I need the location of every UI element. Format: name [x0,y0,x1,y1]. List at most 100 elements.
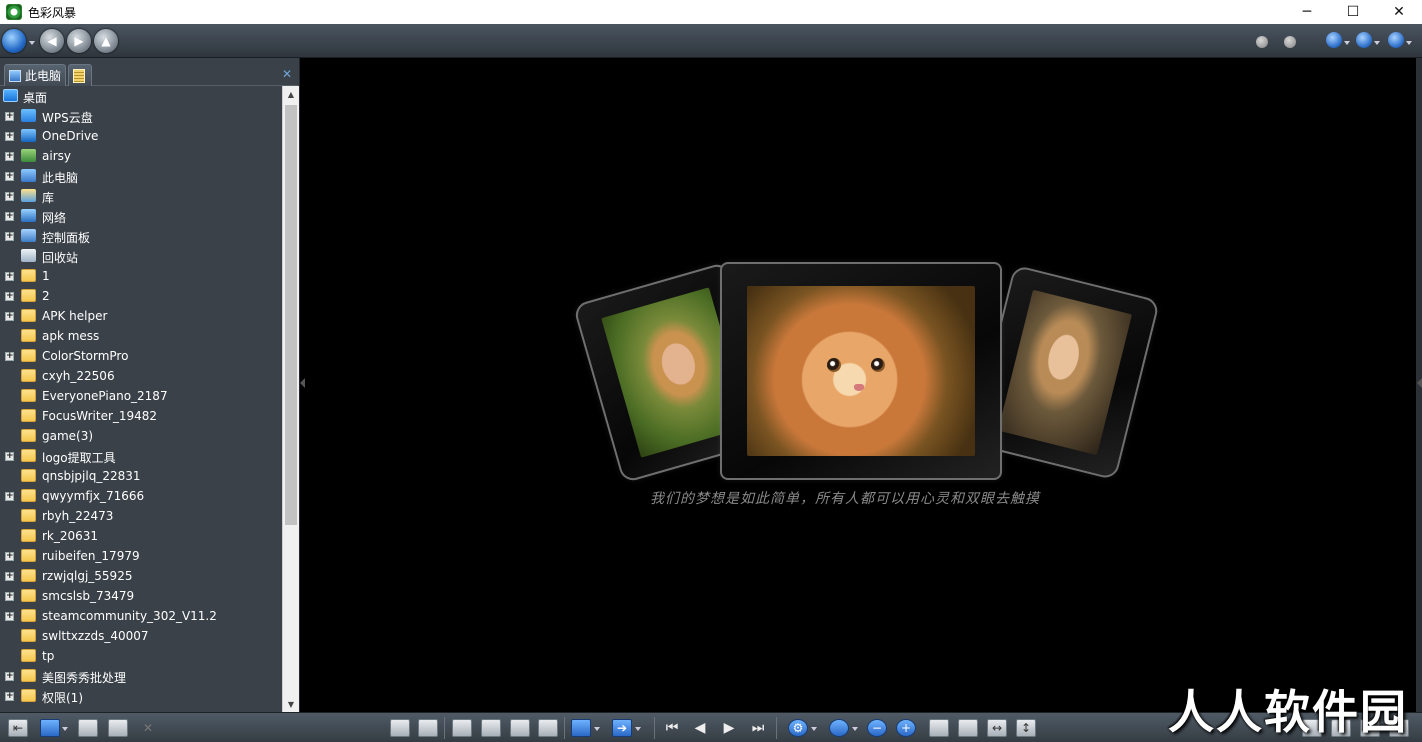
tree-scrollbar[interactable]: ▲ ▼ [282,86,299,712]
chevron-down-icon[interactable] [1344,41,1350,45]
tree-item[interactable]: swlttxzzds_40007 [0,626,282,646]
expand-icon[interactable]: + [5,452,14,461]
zoom-out-icon[interactable]: − [867,719,887,737]
expand-icon[interactable]: + [5,132,14,141]
fit-width-icon[interactable]: ↔ [987,719,1007,737]
delete-icon[interactable]: ✕ [138,719,158,737]
expand-icon[interactable]: + [5,672,14,681]
scroll-down-icon[interactable]: ▼ [283,696,299,712]
chevron-down-icon[interactable] [635,727,641,731]
expand-icon[interactable]: + [5,312,14,321]
chevron-down-icon[interactable] [62,727,68,731]
export-icon[interactable]: ➔ [612,719,632,737]
tree-item[interactable]: + ColorStormPro [0,346,282,366]
expand-icon[interactable]: + [5,552,14,561]
zoom-in-icon[interactable]: + [896,719,916,737]
settings-icon[interactable] [1356,32,1372,48]
expand-icon[interactable]: + [5,692,14,701]
expand-icon[interactable]: + [5,232,14,241]
expand-icon[interactable]: + [5,352,14,361]
fit-height-icon[interactable]: ↕ [1016,719,1036,737]
chevron-down-icon[interactable] [594,727,600,731]
expand-icon[interactable]: + [5,212,14,221]
settings-gear-icon[interactable]: ⚙ [788,719,808,737]
maximize-button[interactable]: ☐ [1330,0,1376,24]
print-icon[interactable] [108,719,128,737]
expand-icon[interactable]: + [5,612,14,621]
tree-item[interactable]: + WPS云盘 [0,106,282,126]
tree-item[interactable]: +1 [0,266,282,286]
first-image-button[interactable]: ⏮ [662,719,682,737]
last-image-button[interactable]: ⏭ [748,719,768,737]
expand-icon[interactable]: + [5,572,14,581]
tree-item[interactable]: + qwyymfjx_71666 [0,486,282,506]
tree-item[interactable]: + 此电脑 [0,166,282,186]
thumbnail-view-icon[interactable] [390,719,410,737]
tree-item[interactable]: + 控制面板 [0,226,282,246]
zoom-icon[interactable] [829,719,849,737]
tree-item[interactable]: + logo提取工具 [0,446,282,466]
tree-item[interactable]: + 美图秀秀批处理 [0,666,282,686]
minimize-button[interactable]: ─ [1284,0,1330,24]
tree-item[interactable]: game(3) [0,426,282,446]
collapse-left-icon[interactable] [300,378,305,388]
tree-item[interactable]: + ruibeifen_17979 [0,546,282,566]
tree-item[interactable]: + steamcommunity_302_V11.2 [0,606,282,626]
open-folder-icon[interactable] [40,719,60,737]
close-panel-icon[interactable]: ✕ [282,67,292,81]
previous-image-button[interactable]: ◀ [690,719,710,737]
actual-size-icon[interactable] [958,719,978,737]
chevron-down-icon[interactable] [29,41,35,45]
chevron-down-icon[interactable] [852,727,858,731]
tree-item[interactable]: rbyh_22473 [0,506,282,526]
expand-icon[interactable]: + [5,492,14,501]
help-icon[interactable] [1388,32,1404,48]
expand-right-icon[interactable] [1417,378,1422,388]
tree-item[interactable]: rk_20631 [0,526,282,546]
move-icon[interactable] [452,719,472,737]
tree-item[interactable]: + OneDrive [0,126,282,146]
tree-item[interactable]: qnsbjpjlq_22831 [0,466,282,486]
crop-icon[interactable] [538,719,558,737]
sync-icon[interactable] [1326,32,1342,48]
tab-zip[interactable] [68,64,92,86]
tree-item[interactable]: FocusWriter_19482 [0,406,282,426]
tree-item[interactable]: EveryonePiano_2187 [0,386,282,406]
expand-icon[interactable]: + [5,152,14,161]
scroll-thumb[interactable] [285,105,297,525]
expand-icon[interactable]: + [5,192,14,201]
chevron-down-icon[interactable] [811,727,817,731]
tree-item[interactable]: + rzwjqlgj_55925 [0,566,282,586]
tree-item[interactable]: 桌面 [0,86,282,106]
up-button[interactable]: ▲ [94,29,118,53]
scroll-up-icon[interactable]: ▲ [283,86,299,102]
tree-item[interactable]: + airsy [0,146,282,166]
tree-item[interactable]: + smcslsb_73479 [0,586,282,606]
tree-item[interactable]: cxyh_22506 [0,366,282,386]
save-icon[interactable] [78,719,98,737]
expand-icon[interactable]: + [5,292,14,301]
expand-icon[interactable]: + [5,172,14,181]
forward-button[interactable]: ▶ [67,29,91,53]
chevron-down-icon[interactable] [1374,41,1380,45]
tab-this-pc[interactable]: 此电脑 [4,64,66,86]
tree-item[interactable]: + 网络 [0,206,282,226]
next-image-button[interactable]: ▶ [719,719,739,737]
chevron-down-icon[interactable] [1406,41,1412,45]
tree-item[interactable]: + 权限(1) [0,686,282,706]
tree-item[interactable]: + 库 [0,186,282,206]
expand-icon[interactable]: + [5,272,14,281]
edit-icon[interactable] [571,719,591,737]
tree-item[interactable]: +2 [0,286,282,306]
exit-icon[interactable]: ⇤ [8,719,28,737]
chart-icon[interactable] [481,719,501,737]
select-icon[interactable] [510,719,530,737]
tree-item[interactable]: 回收站 [0,246,282,266]
tree-item[interactable]: + APK helper [0,306,282,326]
fit-window-icon[interactable] [929,719,949,737]
expand-icon[interactable]: + [5,592,14,601]
list-view-icon[interactable] [418,719,438,737]
close-button[interactable]: ✕ [1376,0,1422,24]
globe-menu-button[interactable] [2,29,26,53]
expand-icon[interactable]: + [5,112,14,121]
